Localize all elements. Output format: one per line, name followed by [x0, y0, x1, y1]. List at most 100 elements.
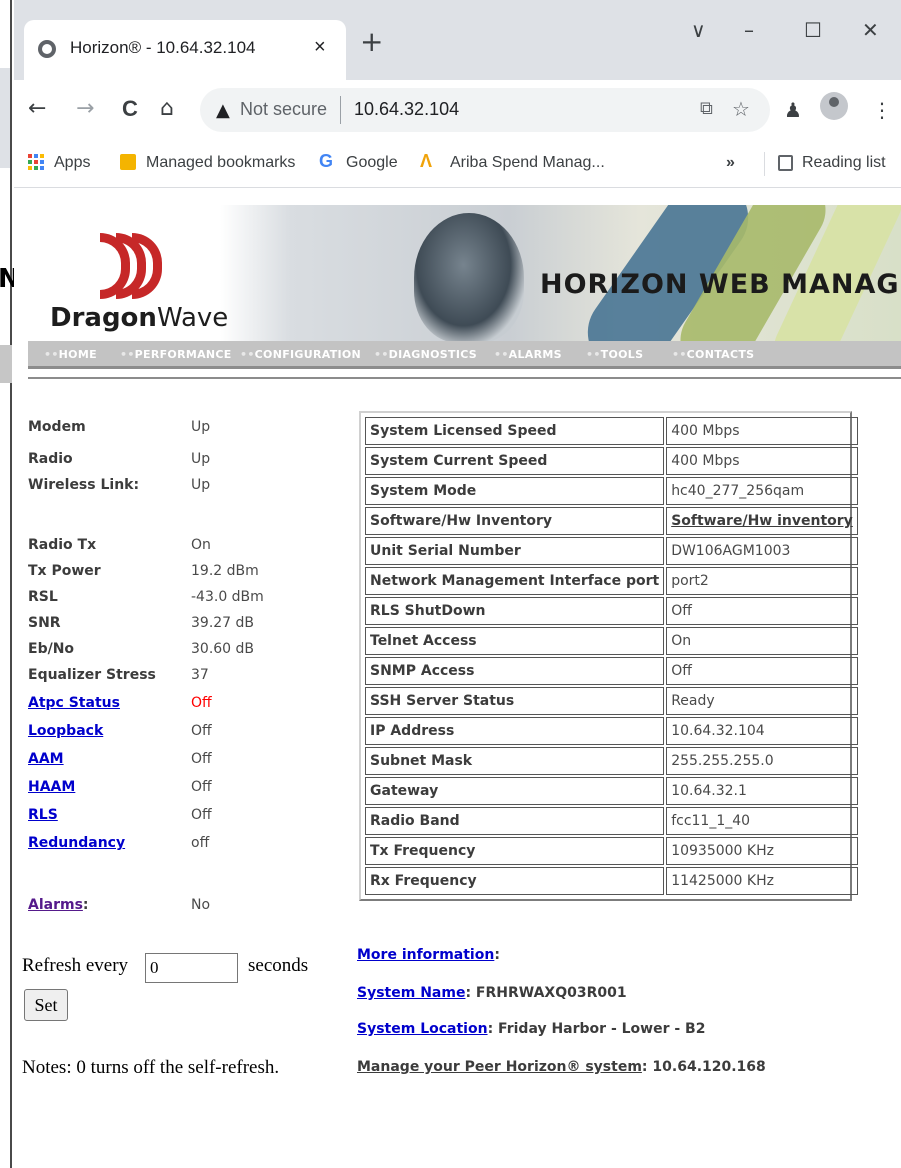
system-name-link[interactable]: System Name [357, 985, 465, 1001]
bookmark-managed[interactable]: Managed bookmarks [146, 154, 295, 172]
status-label: Modem [28, 419, 86, 435]
info-value: Off [666, 597, 858, 625]
info-value: 10.64.32.1 [666, 777, 858, 805]
aam-link[interactable]: AAM [28, 751, 64, 767]
more-information-link[interactable]: More information [357, 947, 494, 963]
status-value: Off [191, 723, 212, 739]
maximize-button[interactable]: ☐ [804, 18, 822, 42]
forward-button[interactable]: → [76, 96, 94, 121]
new-tab-button[interactable]: + [360, 28, 383, 56]
address-bar[interactable]: ▲ Not secure 10.64.32.104 ⧉ ☆ [200, 88, 770, 132]
security-status[interactable]: Not secure [240, 99, 327, 120]
reading-list-icon [778, 155, 793, 171]
page-content: DragonWave HORIZON WEB MANAGE HOME PERFO… [14, 189, 901, 1168]
info-value: 255.255.255.0 [666, 747, 858, 775]
atpc-status-link[interactable]: Atpc Status [28, 695, 120, 711]
info-key: Software/Hw Inventory [365, 507, 665, 535]
refresh-interval-input[interactable] [145, 953, 238, 983]
nav-tools[interactable]: TOOLS [586, 348, 643, 361]
haam-link[interactable]: HAAM [28, 779, 75, 795]
info-row: Telnet Access On [365, 627, 858, 655]
info-row: SNMP Access Off [365, 657, 858, 685]
dragonwave-logo-icon [100, 233, 180, 303]
status-value: 30.60 dB [191, 641, 255, 657]
nav-contacts[interactable]: CONTACTS [672, 348, 754, 361]
url-text[interactable]: 10.64.32.104 [354, 99, 459, 120]
bookmark-ariba[interactable]: Ariba Spend Manag... [450, 154, 605, 172]
more-information: More information: [357, 947, 500, 963]
status-label: Radio Tx [28, 537, 97, 553]
info-value: fcc11_1_40 [666, 807, 858, 835]
rls-link[interactable]: RLS [28, 807, 58, 823]
alarms-link[interactable]: Alarms [28, 897, 83, 913]
info-row: IP Address 10.64.32.104 [365, 717, 858, 745]
tab-close-icon[interactable]: × [314, 36, 326, 59]
set-button[interactable]: Set [24, 989, 68, 1021]
tab-strip: Horizon® - 10.64.32.104 × + ∨ – ☐ ✕ [14, 0, 901, 80]
back-button[interactable]: ← [28, 96, 46, 121]
bookmark-star-icon[interactable]: ☆ [732, 97, 750, 121]
dragonwave-logo: DragonWave [50, 303, 229, 333]
nav-performance[interactable]: PERFORMANCE [120, 348, 232, 361]
warning-icon[interactable]: ▲ [216, 100, 230, 121]
peer-system-value: 10.64.120.168 [647, 1059, 766, 1075]
status-value: Off [191, 807, 212, 823]
apps-grid-icon [28, 154, 44, 170]
browser-toolbar: ← → C ⌂ ▲ Not secure 10.64.32.104 ⧉ ☆ ♟ … [14, 80, 901, 142]
info-value: 11425000 KHz [666, 867, 858, 895]
profile-avatar-icon[interactable] [820, 92, 848, 120]
status-value: Off [191, 695, 212, 711]
info-row: System Mode hc40_277_256qam [365, 477, 858, 505]
redundancy-link[interactable]: Redundancy [28, 835, 125, 851]
reload-button[interactable]: C [122, 96, 138, 122]
info-row: RLS ShutDown Off [365, 597, 858, 625]
info-key: System Current Speed [365, 447, 665, 475]
home-button[interactable]: ⌂ [160, 96, 174, 121]
info-value: Off [666, 657, 858, 685]
bookmark-google[interactable]: Google [346, 154, 398, 172]
info-value: On [666, 627, 858, 655]
refresh-label: Refresh every [22, 955, 129, 976]
info-row: Unit Serial Number DW106AGM1003 [365, 537, 858, 565]
reading-list-button[interactable]: Reading list [802, 154, 886, 172]
status-label: Eb/No [28, 641, 75, 657]
system-name-value: FRHRWAXQ03R001 [471, 985, 627, 1001]
nav-configuration[interactable]: CONFIGURATION [240, 348, 361, 361]
nav-alarms[interactable]: ALARMS [494, 348, 562, 361]
bookmarks-overflow-button[interactable]: » [726, 154, 735, 172]
info-key: Unit Serial Number [365, 537, 665, 565]
info-row: Rx Frequency 11425000 KHz [365, 867, 858, 895]
status-value: -43.0 dBm [191, 589, 264, 605]
info-key: System Licensed Speed [365, 417, 665, 445]
adjacent-window-bar [0, 345, 12, 383]
refresh-unit-label: seconds [248, 955, 309, 976]
header-banner: DragonWave HORIZON WEB MANAGE [28, 205, 901, 341]
minimize-button[interactable]: – [744, 18, 754, 42]
software-inventory-link[interactable]: Software/Hw inventory [666, 507, 858, 535]
chrome-menu-icon[interactable]: ⋮ [872, 98, 892, 122]
nav-home[interactable]: HOME [44, 348, 97, 361]
status-value: 19.2 dBm [191, 563, 259, 579]
status-value: off [191, 835, 210, 851]
nav-diagnostics[interactable]: DIAGNOSTICS [374, 348, 477, 361]
share-icon[interactable]: ⧉ [700, 98, 713, 119]
tab-search-icon[interactable]: ∨ [691, 18, 706, 42]
info-key: System Mode [365, 477, 665, 505]
globe-icon [38, 40, 56, 58]
peer-system-link[interactable]: Manage your Peer Horizon® system [357, 1059, 642, 1075]
info-value: Ready [666, 687, 858, 715]
info-row: System Licensed Speed 400 Mbps [365, 417, 858, 445]
bookmark-apps[interactable]: Apps [54, 154, 90, 172]
active-tab[interactable]: Horizon® - 10.64.32.104 × [24, 20, 346, 80]
banner-photo [414, 213, 524, 341]
system-location-link[interactable]: System Location [357, 1021, 488, 1037]
alarms-colon: : [82, 897, 89, 913]
info-value: 400 Mbps [666, 447, 858, 475]
peer-system-line: Manage your Peer Horizon® system: 10.64.… [357, 1059, 766, 1075]
close-window-button[interactable]: ✕ [862, 18, 879, 42]
main-nav: HOME PERFORMANCE CONFIGURATION DIAGNOSTI… [28, 341, 901, 369]
extensions-icon[interactable]: ♟ [784, 98, 802, 122]
system-location-line: System Location: Friday Harbor - Lower -… [357, 1021, 705, 1037]
loopback-link[interactable]: Loopback [28, 723, 103, 739]
info-row: Gateway 10.64.32.1 [365, 777, 858, 805]
